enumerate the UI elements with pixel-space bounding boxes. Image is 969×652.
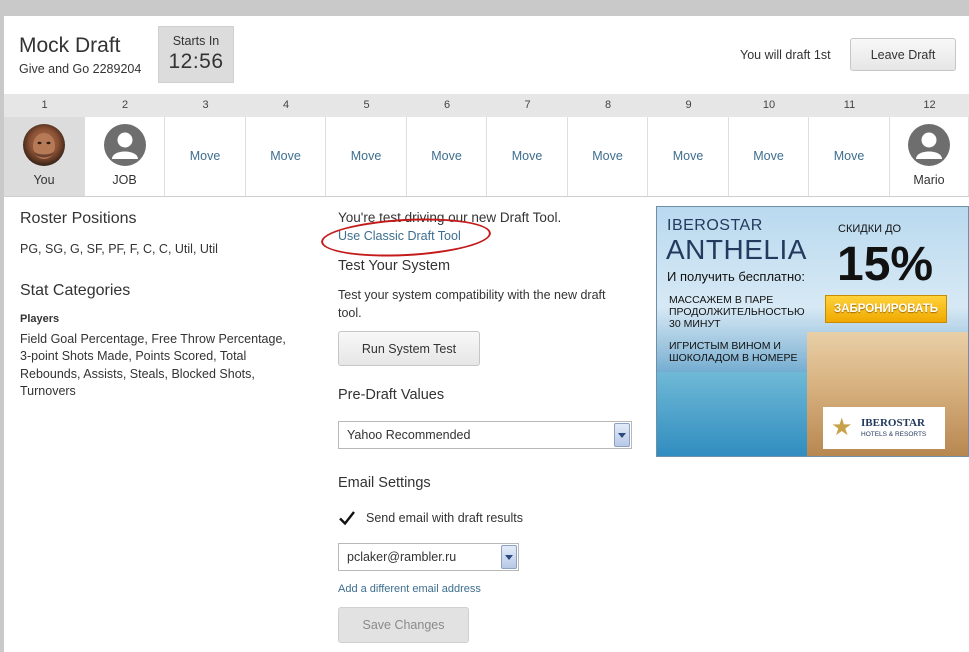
pick-number: 5 [363,99,370,111]
stat-line: Field Goal Percentage, Free Throw Percen… [20,332,286,346]
user-avatar-icon [908,124,950,166]
move-link[interactable]: Move [487,149,567,163]
move-link[interactable]: Move [246,149,325,163]
pick-number: 7 [524,99,531,111]
pick-number: 10 [762,99,776,111]
user-photo-avatar [23,124,65,166]
email-settings-heading: Email Settings [338,475,431,491]
test-system-heading: Test Your System [338,258,451,274]
add-email-link[interactable]: Add a different email address [338,583,481,595]
ad-logo: ★ IBEROSTAR HOTELS & RESORTS [823,407,945,449]
chevron-down-icon[interactable] [501,545,517,569]
move-link[interactable]: Move [568,149,647,163]
drafter-name: JOB [112,173,137,187]
draft-page: Mock Draft Give and Go 2289204 Starts In… [4,16,969,652]
pick-slot[interactable]: Move [246,117,326,196]
countdown-box: Starts In 12:56 [158,26,234,83]
email-address-select[interactable]: pclaker@rambler.ru [338,543,519,571]
pick-slot[interactable]: Move [729,117,809,196]
move-link[interactable]: Move [809,149,889,163]
move-link[interactable]: Move [648,149,728,163]
pick-cell-row: You JOB Move Move Move Move Move Move Move Move Mo… [4,117,969,196]
send-email-label[interactable]: Send email with draft results [366,511,523,525]
draft-order-board: 1 2 3 4 5 6 7 8 9 10 11 12 You JOB Move Move Move Move Mo… [4,94,969,197]
test-system-text: Test your system compatibility with the … [338,288,606,302]
move-link[interactable]: Move [729,149,808,163]
pick-number: 12 [923,99,936,111]
ad-discount: 15% [837,238,934,291]
league-name: Give and Go 2289204 [19,62,142,76]
pick-number: 1 [41,99,48,111]
move-link[interactable]: Move [165,149,245,163]
chevron-down-icon[interactable] [614,423,630,447]
ad-discount-label: СКИДКИ ДО [838,223,902,235]
pick-number: 2 [121,99,129,111]
stat-line: Rebounds, Assists, Steals, Blocked Shots… [20,367,255,381]
pick-slot: You [4,117,85,196]
save-changes-button[interactable]: Save Changes [338,607,469,643]
roster-positions-heading: Roster Positions [20,210,137,227]
pre-draft-values-selected: Yahoo Recommended [347,428,471,442]
countdown-label: Starts In [172,34,220,48]
ad-hotel-name: ANTHELIA [666,234,807,265]
pre-draft-values-heading: Pre-Draft Values [338,387,445,403]
hotel-advertisement[interactable]: IBEROSTAR ANTHELIA И получить бесплатно:… [656,206,969,457]
run-system-test-button[interactable]: Run System Test [338,331,480,366]
test-system-text: tool. [338,306,362,320]
ad-logo-name: IBEROSTAR [861,417,925,429]
drafter-name: You [33,173,55,187]
pick-slot[interactable]: Move [648,117,729,196]
move-link[interactable]: Move [407,149,486,163]
ad-offer-text: МАССАЖЕМ В ПАРЕ ПРОДОЛЖИТЕЛЬНОСТЬЮ 30 МИ… [669,294,805,330]
stat-categories-heading: Stat Categories [20,282,131,299]
ad-offer-text: ИГРИСТЫМ ВИНОМ И ШОКОЛАДОМ В НОМЕРЕ [669,340,798,364]
user-avatar-icon [103,124,146,166]
pick-slot[interactable]: Move [165,117,246,196]
leave-draft-button[interactable]: Leave Draft [850,38,956,71]
email-address-selected: pclaker@rambler.ru [347,550,457,564]
roster-positions-list: PG, SG, G, SF, PF, F, C, C, Util, Util [20,242,218,256]
pick-number: 3 [202,99,209,111]
pick-slot[interactable]: Move [407,117,487,196]
pick-slot[interactable]: Move [809,117,890,196]
ad-brand: IBEROSTAR [667,217,763,234]
move-link[interactable]: Move [326,149,406,163]
pick-slot[interactable]: Move [568,117,648,196]
countdown-timer: 12:56 [168,50,224,73]
checkmark-icon[interactable] [338,509,356,527]
pick-slot[interactable]: Move [487,117,568,196]
pre-draft-values-select[interactable]: Yahoo Recommended [338,421,632,449]
ad-book-button[interactable]: ЗАБРОНИРОВАТЬ [825,295,947,323]
drafter-name: Mario [913,173,945,187]
ad-logo-subtitle: HOTELS & RESORTS [861,431,927,438]
star-icon: ★ [831,414,853,441]
stat-line: 3-point Shots Made, Points Scored, Total [20,349,247,363]
pick-slot: Mario [890,117,969,196]
page-title: Mock Draft [19,34,121,57]
pick-number: 4 [282,99,290,111]
pick-number: 11 [843,99,856,111]
pick-number: 9 [685,99,692,111]
pick-number: 6 [443,99,451,111]
pick-slot: JOB [85,117,165,196]
pick-number: 8 [604,99,612,111]
players-label: Players [20,313,60,325]
draft-position-text: You will draft 1st [740,48,831,62]
stat-line: Turnovers [20,384,76,398]
pick-slot[interactable]: Move [326,117,407,196]
pick-number-row: 1 2 3 4 5 6 7 8 9 10 11 12 [4,94,969,117]
ad-subtitle: И получить бесплатно: [667,269,805,284]
